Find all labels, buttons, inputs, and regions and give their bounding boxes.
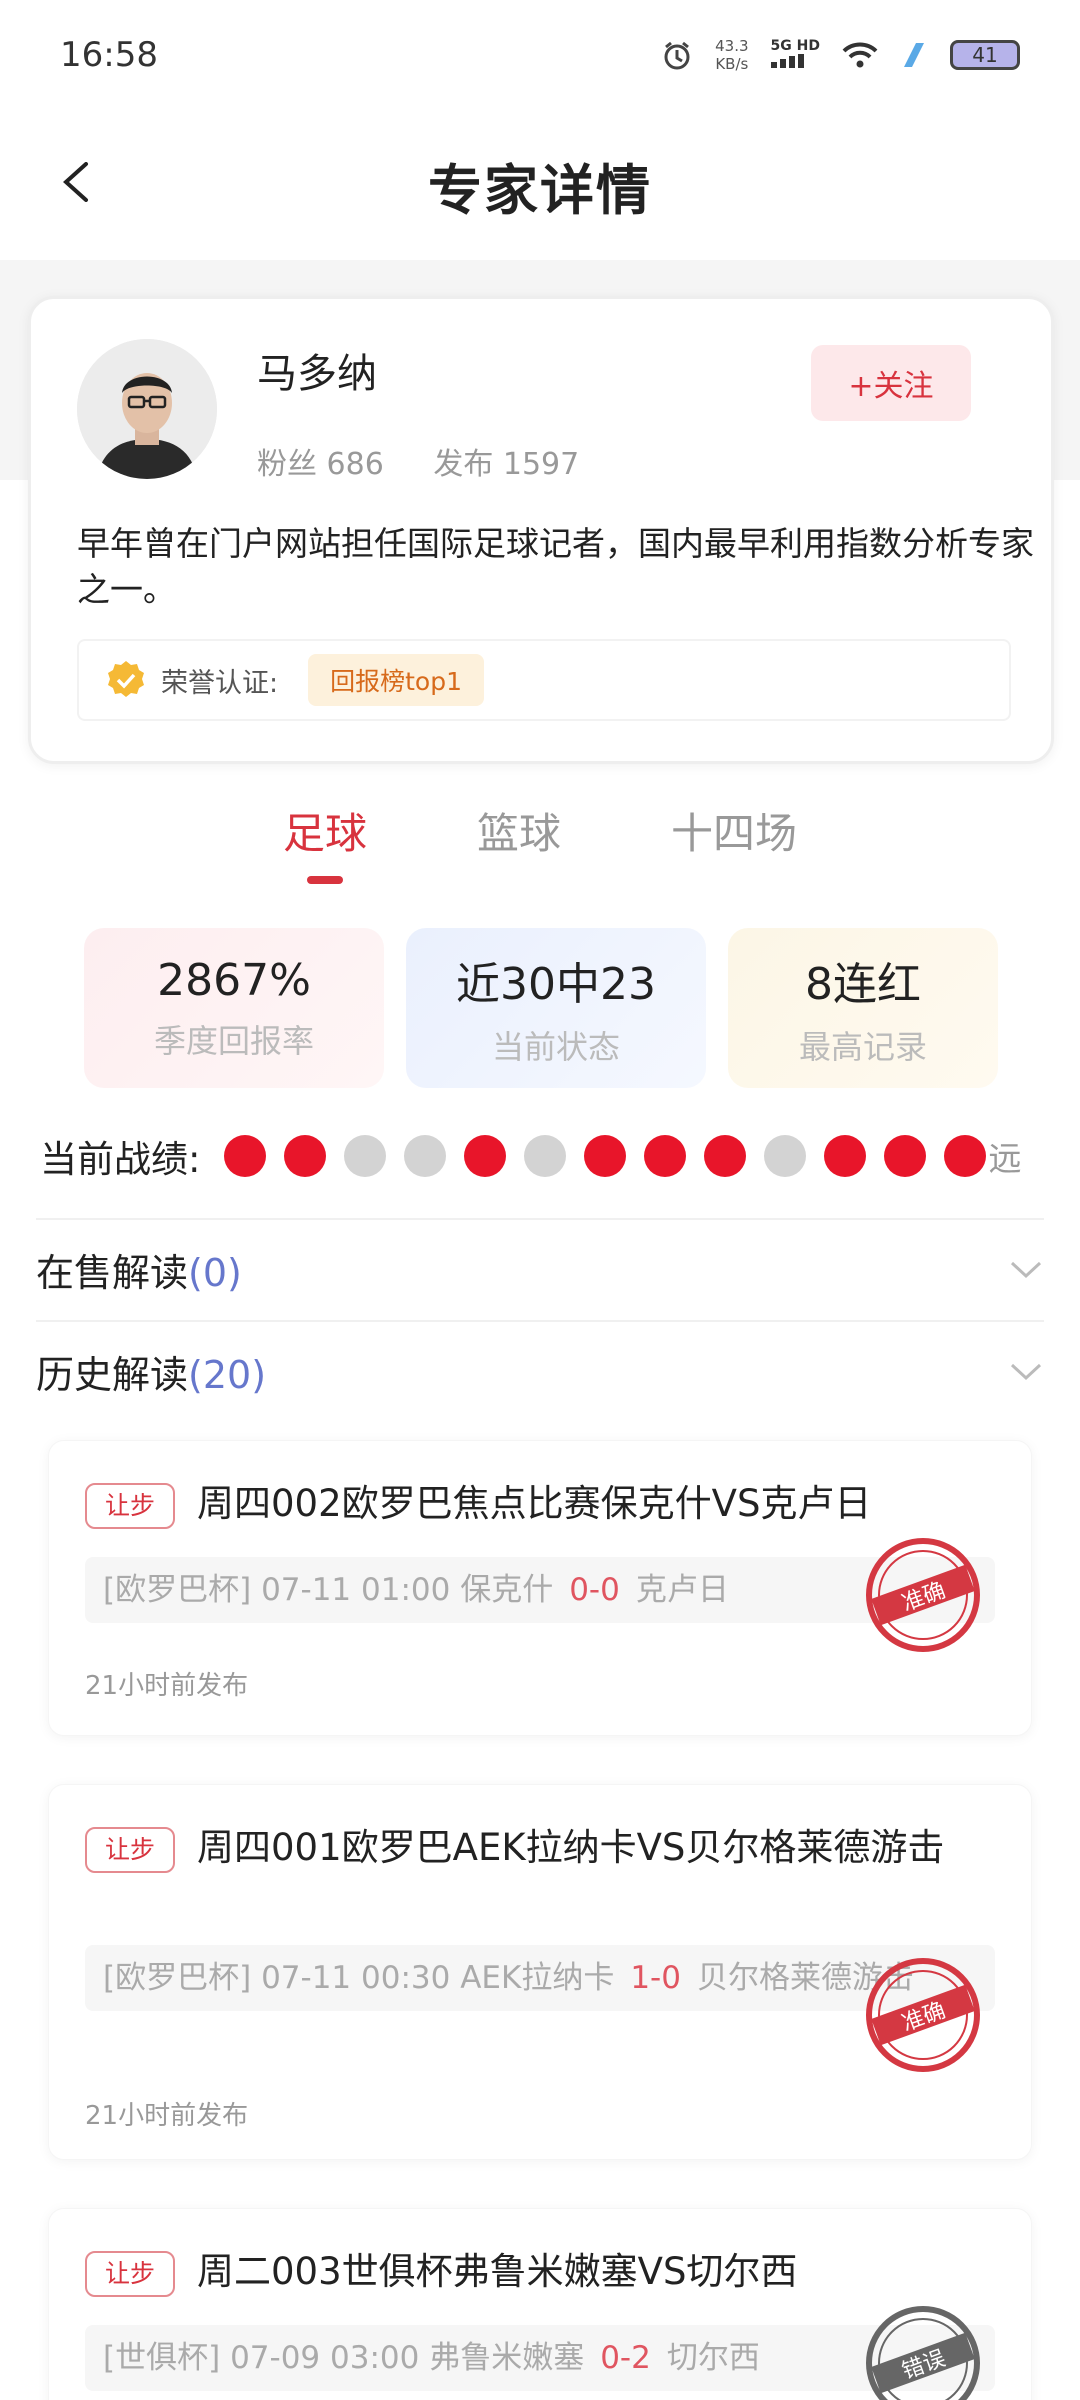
sport-tabs: 足球 篮球 十四场 <box>0 800 1080 900</box>
signal-indicator: 5G HD <box>770 38 820 72</box>
bet-type-tag: 让步 <box>85 1826 176 1873</box>
correct-stamp-icon: 准确 <box>866 1538 980 1652</box>
avatar[interactable] <box>77 339 217 479</box>
stat-best-record: 8连红 最高记录 <box>728 928 998 1088</box>
tab-basketball[interactable]: 篮球 <box>477 800 561 880</box>
publish-time: 21小时前发布 <box>85 1671 249 1701</box>
stamp-text: 准确 <box>899 1998 949 2037</box>
tab-football[interactable]: 足球 <box>283 800 367 884</box>
win-dot <box>464 1135 507 1177</box>
on-sale-label: 在售解读(0) <box>36 1250 242 1295</box>
expert-stats: 粉丝 686 发布 1597 <box>257 439 619 483</box>
follow-button[interactable]: +关注 <box>811 345 971 421</box>
signal-bars-icon <box>770 54 804 68</box>
match-score: 0-2 <box>600 2340 651 2376</box>
match-card[interactable]: 让步 周四001欧罗巴AEK拉纳卡VS贝尔格莱德游击 [欧罗巴杯] 07-11 0… <box>48 1784 1032 2160</box>
avatar-image <box>77 339 217 479</box>
status-time: 16:58 <box>60 35 158 75</box>
charging-icon <box>904 43 924 67</box>
record-label: 当前战绩: <box>40 1138 201 1181</box>
bet-type-tag: 让步 <box>85 2250 176 2297</box>
record-dots <box>224 1135 987 1177</box>
on-sale-section[interactable]: 在售解读(0) <box>36 1218 1044 1318</box>
record-far-label: 远 <box>988 1139 1022 1178</box>
tab-fourteen-matches[interactable]: 十四场 <box>671 800 797 880</box>
match-title: 让步 周二003世俱杯弗鲁米嫩塞VS切尔西 <box>85 2245 1005 2299</box>
posts-count: 发布 1597 <box>433 447 580 482</box>
bet-type-tag: 让步 <box>85 1482 176 1529</box>
current-record: 当前战绩: 远 <box>40 1126 1060 1186</box>
stat-current-form: 近30中23 当前状态 <box>406 928 706 1088</box>
expert-profile-card: 马多纳 粉丝 686 发布 1597 +关注 早年曾在门户网站担任国际足球记者，… <box>28 296 1054 764</box>
loss-dot <box>404 1135 447 1177</box>
net-speed: 43.3 KB/s <box>715 37 749 73</box>
match-score: 0-0 <box>569 1572 620 1608</box>
win-dot <box>284 1135 327 1177</box>
match-card[interactable]: 让步 周二003世俱杯弗鲁米嫩塞VS切尔西 [世俱杯] 07-09 03:00 弗… <box>48 2208 1032 2400</box>
match-score: 1-0 <box>630 1960 681 1996</box>
match-card[interactable]: 让步 周四002欧罗巴焦点比赛保克什VS克卢日 [欧罗巴杯] 07-11 01:0… <box>48 1440 1032 1736</box>
win-dot <box>704 1135 747 1177</box>
wifi-icon <box>842 42 878 68</box>
match-title: 让步 周四001欧罗巴AEK拉纳卡VS贝尔格莱德游击 <box>85 1821 1005 1875</box>
status-bar: 16:58 43.3 KB/s 5G HD 41 <box>0 0 1080 110</box>
win-dot <box>944 1135 987 1177</box>
chevron-down-icon <box>1010 1261 1042 1279</box>
stamp-text: 错误 <box>899 2346 949 2385</box>
honor-label: 荣誉认证: <box>161 667 279 699</box>
match-title: 让步 周四002欧罗巴焦点比赛保克什VS克卢日 <box>85 1477 1005 1531</box>
honor-tag: 回报榜top1 <box>308 654 484 706</box>
win-dot <box>884 1135 927 1177</box>
expert-bio: 早年曾在门户网站担任国际足球记者，国内最早利用指数分析专家之一。 <box>77 524 1034 609</box>
stat-boxes: 2867% 季度回报率 近30中23 当前状态 8连红 最高记录 <box>84 928 1000 1088</box>
stamp-text: 准确 <box>899 1578 949 1617</box>
win-dot <box>644 1135 687 1177</box>
chevron-down-icon <box>1010 1363 1042 1381</box>
loss-dot <box>524 1135 567 1177</box>
battery-indicator: 41 <box>950 40 1020 70</box>
correct-stamp-icon: 准确 <box>866 1958 980 2072</box>
honor-certification: 荣誉认证: 回报榜top1 <box>77 639 1011 721</box>
publish-time: 21小时前发布 <box>85 2101 249 2131</box>
alarm-icon <box>664 41 690 70</box>
page-header: 专家详情 <box>0 110 1080 260</box>
fans-count: 粉丝 686 <box>257 447 384 482</box>
verified-badge-icon <box>108 661 144 697</box>
win-dot <box>584 1135 627 1177</box>
match-info: [欧罗巴杯] 07-11 00:30 AEK拉纳卡 1-0 贝尔格莱德游击 <box>85 1945 995 2011</box>
win-dot <box>824 1135 867 1177</box>
stat-return-rate: 2867% 季度回报率 <box>84 928 384 1088</box>
loss-dot <box>344 1135 387 1177</box>
match-info: [世俱杯] 07-09 03:00 弗鲁米嫩塞 0-2 切尔西 <box>85 2325 995 2391</box>
win-dot <box>224 1135 267 1177</box>
history-section[interactable]: 历史解读(20) <box>36 1320 1044 1420</box>
wrong-stamp-icon: 错误 <box>866 2306 980 2400</box>
match-info: [欧罗巴杯] 07-11 01:00 保克什 0-0 克卢日 <box>85 1557 995 1623</box>
expert-name: 马多纳 <box>257 351 377 397</box>
page-title: 专家详情 <box>428 158 652 222</box>
history-label: 历史解读(20) <box>36 1352 267 1397</box>
back-icon[interactable] <box>58 162 98 202</box>
loss-dot <box>764 1135 807 1177</box>
